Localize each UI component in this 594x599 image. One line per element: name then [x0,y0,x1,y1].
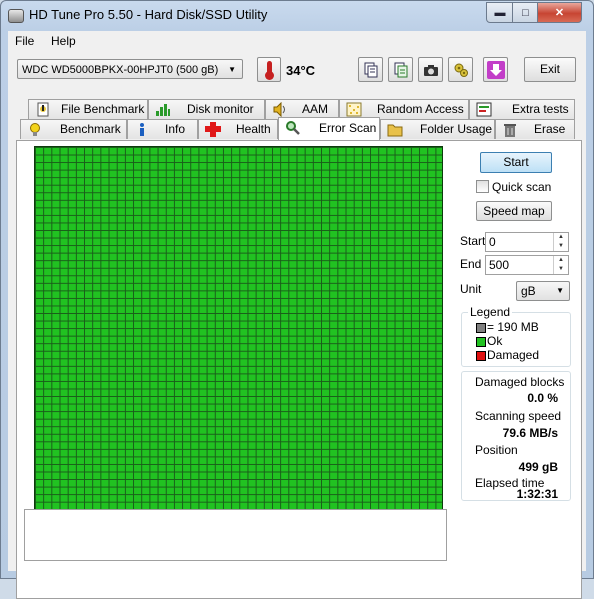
end-input[interactable]: 500 ▲ ▼ [485,255,569,275]
tab-label: Random Access [377,102,464,116]
save-button[interactable] [483,57,508,82]
menu-bar: File Help [8,31,586,51]
toolbar: WDC WD5000BPKX-00HPJT0 (500 gB) ▼ 34°C E… [8,51,586,91]
trash-icon [504,124,516,137]
tab-health[interactable]: Health [198,119,278,139]
copy-text-icon [364,62,377,77]
download-arrow-icon [486,60,505,79]
copy-info-icon [394,62,407,77]
spinner-arrows-icon[interactable]: ▲ ▼ [553,256,568,274]
title-bar[interactable]: HD Tune Pro 5.50 - Hard Disk/SSD Utility… [1,1,593,31]
tab-benchmark[interactable]: Benchmark [20,119,127,139]
start-input[interactable]: 0 ▲ ▼ [485,232,569,252]
maximize-button[interactable]: □ [512,2,539,23]
tab-folder-usage[interactable]: Folder Usage [380,119,495,139]
disk-monitor-icon [156,104,170,116]
client-area: File Help WDC WD5000BPKX-00HPJT0 (500 gB… [8,31,586,599]
gears-icon [454,63,468,77]
menu-help[interactable]: Help [51,34,76,48]
thermometer-icon [257,57,281,82]
tab-label: Benchmark [60,122,121,136]
tab-error-scan[interactable]: Error Scan [278,117,380,140]
unit-select[interactable]: gB ▼ [516,281,570,301]
chevron-down-icon: ▼ [228,65,236,74]
tab-label: Extra tests [512,102,569,116]
drive-select[interactable]: WDC WD5000BPKX-00HPJT0 (500 gB) ▼ [17,59,243,79]
tab-label: Error Scan [319,121,377,135]
start-label: Start [460,234,486,248]
window-title: HD Tune Pro 5.50 - Hard Disk/SSD Utility [29,7,268,22]
legend-title: Legend [468,305,513,319]
position-value: 499 gB [518,460,558,474]
tab-label: Erase [534,122,566,136]
scan-block-map [34,146,443,524]
tab-label: Health [236,122,271,136]
damaged-blocks-label: Damaged blocks [475,375,565,389]
tab-info[interactable]: Info [127,119,198,139]
menu-file[interactable]: File [15,34,34,48]
chevron-down-icon: ▼ [556,286,564,295]
elapsed-time-value: 1:32:31 [516,487,558,501]
exit-button[interactable]: Exit [524,57,576,82]
legend-damaged: Damaged [487,348,540,362]
tab-label: Folder Usage [420,122,493,136]
temperature-readout: 34°C [286,63,316,78]
legend-block-size: = 190 MB [487,320,539,334]
minimize-button[interactable]: ▬ [486,2,514,23]
file-benchmark-icon [37,102,49,117]
start-input-value: 0 [489,235,496,249]
drive-select-value: WDC WD5000BPKX-00HPJT0 (500 gB) [22,64,219,76]
copy-text-button[interactable] [358,57,383,82]
legend-box: Legend = 190 MB Ok Damaged [461,305,571,367]
tab-disk-monitor[interactable]: Disk monitor [148,99,265,119]
quick-scan-checkbox[interactable] [476,180,489,193]
stats-box: Damaged blocks 0.0 % Scanning speed 79.6… [461,371,571,501]
unit-label: Unit [460,282,482,296]
legend-swatch-ok [476,337,486,347]
tab-label: Disk monitor [187,102,254,116]
app-window: HD Tune Pro 5.50 - Hard Disk/SSD Utility… [0,0,594,599]
end-label: End [460,257,482,271]
end-input-value: 500 [489,258,510,272]
tab-aam[interactable]: AAM [265,99,339,119]
unit-select-value: gB [521,284,536,298]
camera-icon [423,64,438,76]
legend-swatch-block [476,323,486,333]
tab-extra-tests[interactable]: Extra tests [469,99,575,119]
scan-log[interactable] [24,509,447,561]
tab-file-benchmark[interactable]: File Benchmark [28,99,148,119]
magnifier-icon [286,121,300,135]
lightbulb-icon [30,123,40,136]
app-icon [8,9,24,23]
tab-label: Info [165,122,186,136]
screenshot-button[interactable] [418,57,443,82]
legend-swatch-damaged [476,351,486,361]
speaker-icon [273,102,285,117]
copy-info-button[interactable] [388,57,413,82]
damaged-blocks-value: 0.0 % [527,391,558,405]
start-scan-button[interactable]: Start [480,152,552,173]
extra-tests-icon [476,102,492,117]
folder-icon [387,124,403,137]
close-button[interactable]: ✕ [537,2,582,23]
legend-ok: Ok [487,334,503,348]
quick-scan-label[interactable]: Quick scan [492,180,551,194]
random-access-icon [346,102,362,117]
scanning-speed-label: Scanning speed [475,409,562,423]
health-cross-icon [205,122,221,137]
tab-random-access[interactable]: Random Access [339,99,469,119]
info-icon [140,123,144,136]
position-label: Position [475,443,518,457]
speed-map-button[interactable]: Speed map [476,201,552,221]
scanning-speed-value: 79.6 MB/s [502,426,558,440]
spinner-arrows-icon[interactable]: ▲ ▼ [553,233,568,251]
tab-erase[interactable]: Erase [495,119,575,139]
tab-label: File Benchmark [61,102,145,116]
options-button[interactable] [448,57,473,82]
